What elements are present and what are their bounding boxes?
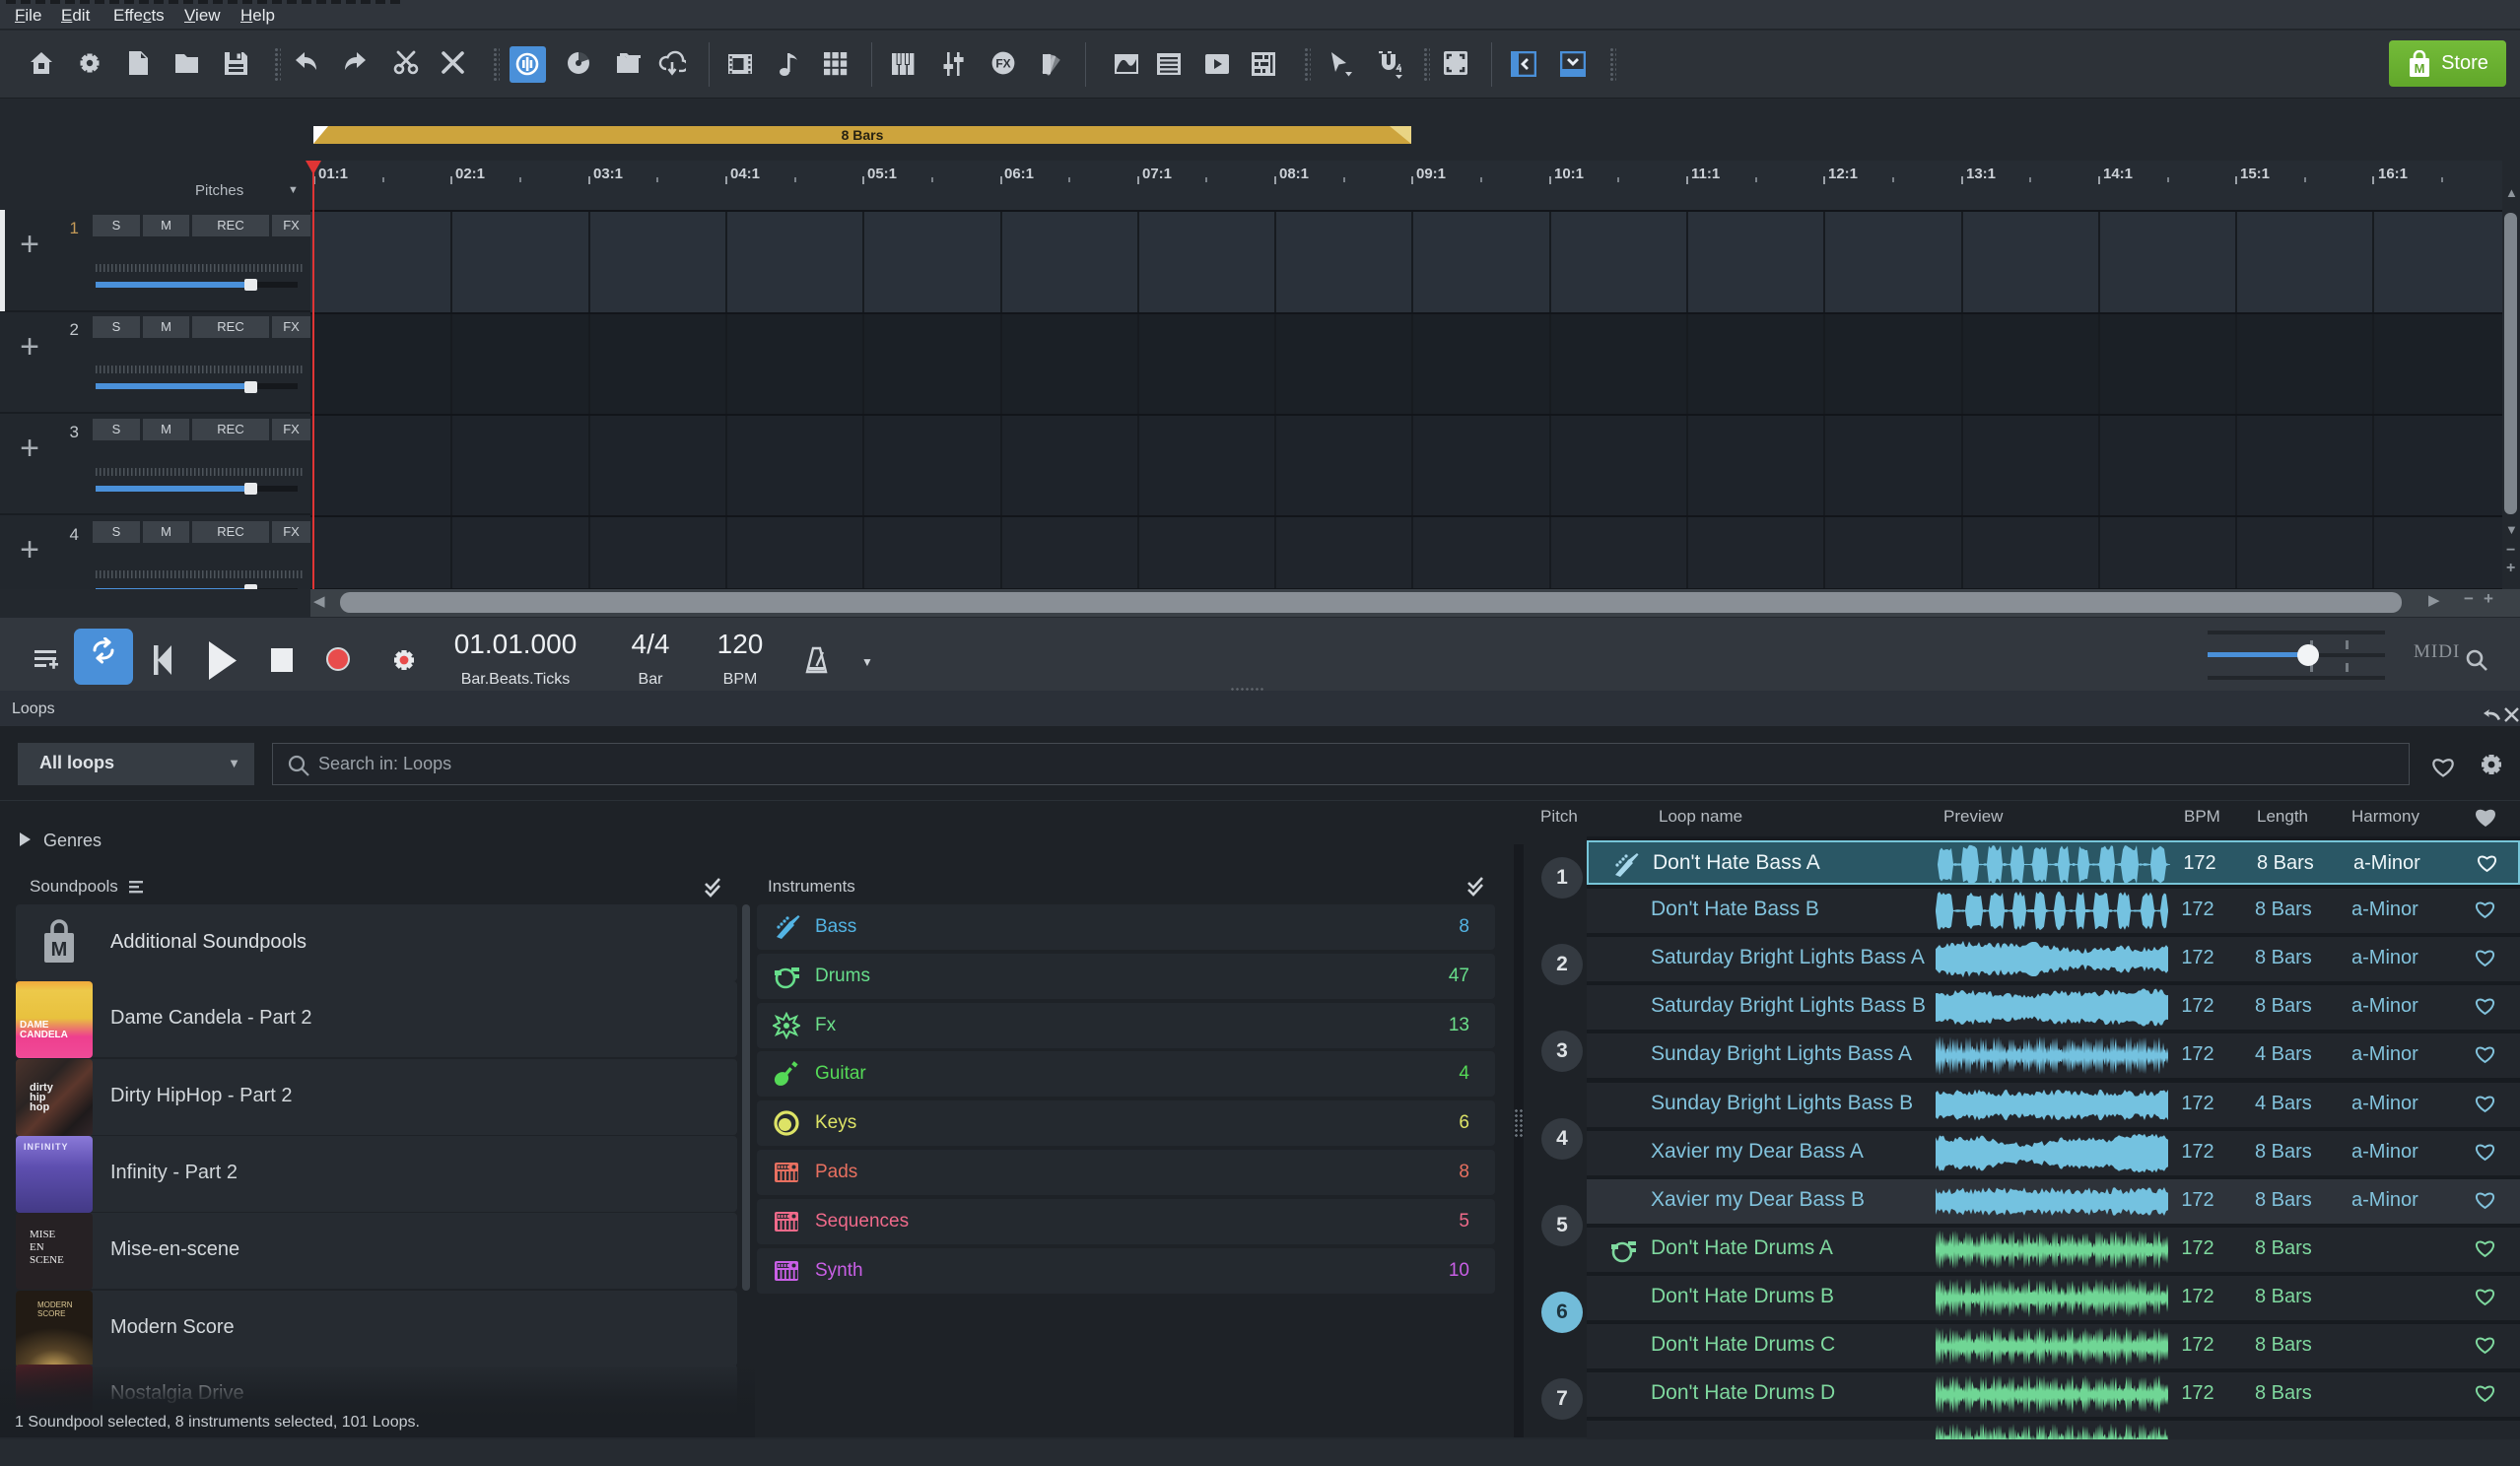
svg-text:FX: FX bbox=[995, 57, 1010, 71]
svg-text:M: M bbox=[2415, 61, 2425, 76]
svg-text:M: M bbox=[51, 939, 68, 961]
